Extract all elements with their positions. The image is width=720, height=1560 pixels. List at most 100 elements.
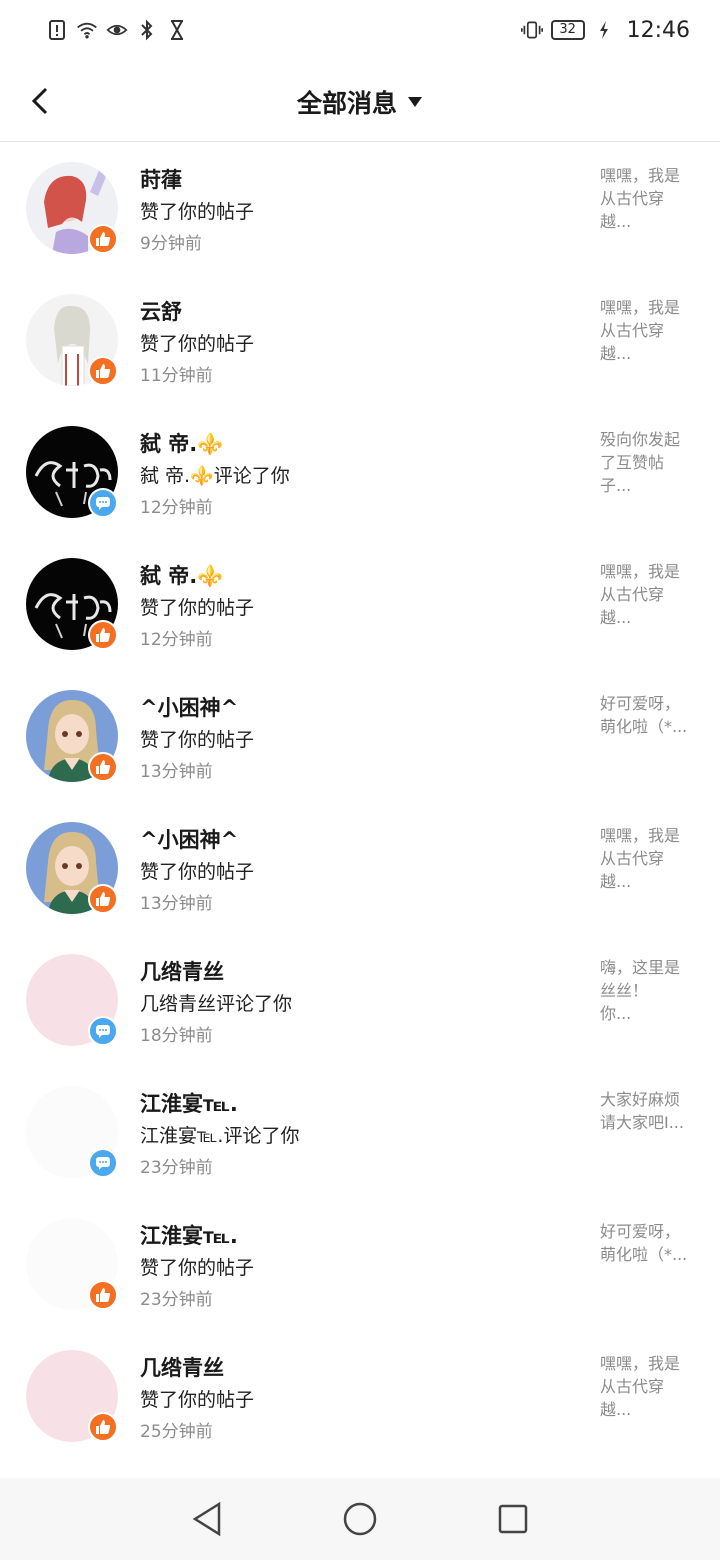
bluetooth-icon — [136, 19, 158, 41]
thumbs-up-icon — [96, 628, 111, 642]
preview-line: 嘿嘿，我是 — [600, 562, 681, 581]
timestamp: 23分钟前 — [140, 1158, 213, 1178]
list-item[interactable]: 几绺青丝 几绺青丝评论了你 18分钟前 嗨，这里是 丝丝！ 你... — [0, 934, 720, 1066]
thumbs-up-icon — [96, 1288, 111, 1302]
list-item[interactable]: 弑 帝.⚜️ 弑 帝.⚜️评论了你 12分钟前 殁向你发起 了互赞帖 子... — [0, 406, 720, 538]
timestamp: 13分钟前 — [140, 762, 213, 782]
charging-icon — [593, 19, 615, 41]
caret-down-icon — [408, 97, 422, 107]
sender-name[interactable]: 江淮宴℡. — [140, 1088, 238, 1118]
action-text: 几绺青丝评论了你 — [140, 993, 293, 1015]
timestamp: 12分钟前 — [140, 498, 213, 518]
preview-line: 从古代穿 — [600, 849, 665, 868]
post-preview[interactable]: 嘿嘿，我是 从古代穿 越... — [600, 1352, 692, 1421]
like-badge — [88, 620, 118, 650]
preview-line: 越... — [600, 1400, 632, 1419]
preview-line: 大家好麻烦 — [600, 1090, 681, 1109]
nav-recents-button[interactable] — [493, 1499, 533, 1539]
avatar-container[interactable] — [26, 294, 120, 388]
header: 全部消息 — [0, 60, 720, 142]
sender-name[interactable]: 弑 帝.⚜️ — [140, 560, 223, 590]
eye-icon — [106, 19, 128, 41]
avatar-container[interactable] — [26, 1086, 120, 1180]
sender-name[interactable]: 云舒 — [140, 296, 182, 326]
preview-line: 萌化啦（*... — [600, 717, 688, 736]
message-list: 莳葎 赞了你的帖子 9分钟前 嘿嘿，我是 从古代穿 越... 云舒 赞了你的帖子… — [0, 142, 720, 1462]
action-text: 赞了你的帖子 — [140, 1389, 255, 1411]
list-item[interactable]: 江淮宴℡. 江淮宴℡.评论了你 23分钟前 大家好麻烦 请大家吧I... — [0, 1066, 720, 1198]
nav-back-button[interactable] — [187, 1499, 227, 1539]
vibrate-icon — [520, 19, 543, 41]
preview-line: 好可爱呀， — [600, 1222, 681, 1241]
preview-line: 嗨，这里是 — [600, 958, 681, 977]
timestamp: 12分钟前 — [140, 630, 213, 650]
comment-badge — [88, 1016, 118, 1046]
chat-bubble-icon — [96, 497, 110, 510]
like-badge — [88, 356, 118, 386]
list-item[interactable]: 几绺青丝 赞了你的帖子 25分钟前 嘿嘿，我是 从古代穿 越... — [0, 1330, 720, 1462]
preview-line: 越... — [600, 212, 632, 231]
sender-name[interactable]: 几绺青丝 — [140, 956, 224, 986]
preview-line: 了互赞帖 — [600, 453, 665, 472]
list-item[interactable]: ^小困神^ 赞了你的帖子 13分钟前 嘿嘿，我是 从古代穿 越... — [0, 802, 720, 934]
thumbs-up-icon — [96, 364, 111, 378]
avatar-container[interactable] — [26, 426, 120, 520]
post-preview[interactable]: 好可爱呀， 萌化啦（*... — [600, 692, 692, 738]
timestamp: 25分钟前 — [140, 1422, 213, 1442]
avatar-container[interactable] — [26, 558, 120, 652]
post-preview[interactable]: 嘿嘿，我是 从古代穿 越... — [600, 164, 692, 233]
sender-name[interactable]: 几绺青丝 — [140, 1352, 224, 1382]
avatar-container[interactable] — [26, 1218, 120, 1312]
action-text: 赞了你的帖子 — [140, 333, 255, 355]
thumbs-up-icon — [96, 232, 111, 246]
post-preview[interactable]: 好可爱呀， 萌化啦（*... — [600, 1220, 692, 1266]
list-item[interactable]: 云舒 赞了你的帖子 11分钟前 嘿嘿，我是 从古代穿 越... — [0, 274, 720, 406]
preview-line: 请大家吧I... — [600, 1113, 684, 1132]
avatar-container[interactable] — [26, 954, 120, 1048]
sender-name[interactable]: 莳葎 — [140, 164, 182, 194]
preview-line: 从古代穿 — [600, 1377, 665, 1396]
timestamp: 23分钟前 — [140, 1290, 213, 1310]
alert-icon — [46, 19, 68, 41]
like-badge — [88, 1280, 118, 1310]
preview-line: 从古代穿 — [600, 585, 665, 604]
timestamp: 18分钟前 — [140, 1026, 213, 1046]
nav-home-button[interactable] — [340, 1499, 380, 1539]
sender-name[interactable]: ^小困神^ — [140, 824, 238, 854]
avatar-container[interactable] — [26, 690, 120, 784]
preview-line: 从古代穿 — [600, 321, 665, 340]
avatar-container[interactable] — [26, 822, 120, 916]
post-preview[interactable]: 大家好麻烦 请大家吧I... — [600, 1088, 692, 1134]
post-preview[interactable]: 嘿嘿，我是 从古代穿 越... — [600, 560, 692, 629]
thumbs-up-icon — [96, 760, 111, 774]
preview-line: 越... — [600, 608, 632, 627]
list-item[interactable]: 江淮宴℡. 赞了你的帖子 23分钟前 好可爱呀， 萌化啦（*... — [0, 1198, 720, 1330]
list-item[interactable]: 弑 帝.⚜️ 赞了你的帖子 12分钟前 嘿嘿，我是 从古代穿 越... — [0, 538, 720, 670]
avatar-container[interactable] — [26, 1350, 120, 1444]
preview-line: 越... — [600, 872, 632, 891]
timestamp: 13分钟前 — [140, 894, 213, 914]
status-time: 12:46 — [626, 17, 690, 43]
like-badge — [88, 224, 118, 254]
status-bar-left — [46, 19, 188, 41]
preview-line: 越... — [600, 344, 632, 363]
sender-name[interactable]: 江淮宴℡. — [140, 1220, 238, 1250]
page-title: 全部消息 — [296, 89, 397, 118]
action-text: 弑 帝.⚜️评论了你 — [140, 465, 290, 487]
list-item[interactable]: ^小困神^ 赞了你的帖子 13分钟前 好可爱呀， 萌化啦（*... — [0, 670, 720, 802]
post-preview[interactable]: 嘿嘿，我是 从古代穿 越... — [600, 824, 692, 893]
post-preview[interactable]: 嗨，这里是 丝丝！ 你... — [600, 956, 692, 1025]
sender-name[interactable]: 弑 帝.⚜️ — [140, 428, 223, 458]
post-preview[interactable]: 殁向你发起 了互赞帖 子... — [600, 428, 692, 497]
preview-line: 嘿嘿，我是 — [600, 166, 681, 185]
action-text: 赞了你的帖子 — [140, 1257, 255, 1279]
preview-line: 好可爱呀， — [600, 694, 681, 713]
preview-line: 嘿嘿，我是 — [600, 826, 681, 845]
back-triangle-icon — [192, 1501, 220, 1537]
sender-name[interactable]: ^小困神^ — [140, 692, 238, 722]
list-item[interactable]: 莳葎 赞了你的帖子 9分钟前 嘿嘿，我是 从古代穿 越... — [0, 142, 720, 274]
post-preview[interactable]: 嘿嘿，我是 从古代穿 越... — [600, 296, 692, 365]
avatar-container[interactable] — [26, 162, 120, 256]
home-circle-icon — [343, 1502, 377, 1536]
title-dropdown[interactable]: 全部消息 — [0, 82, 720, 122]
